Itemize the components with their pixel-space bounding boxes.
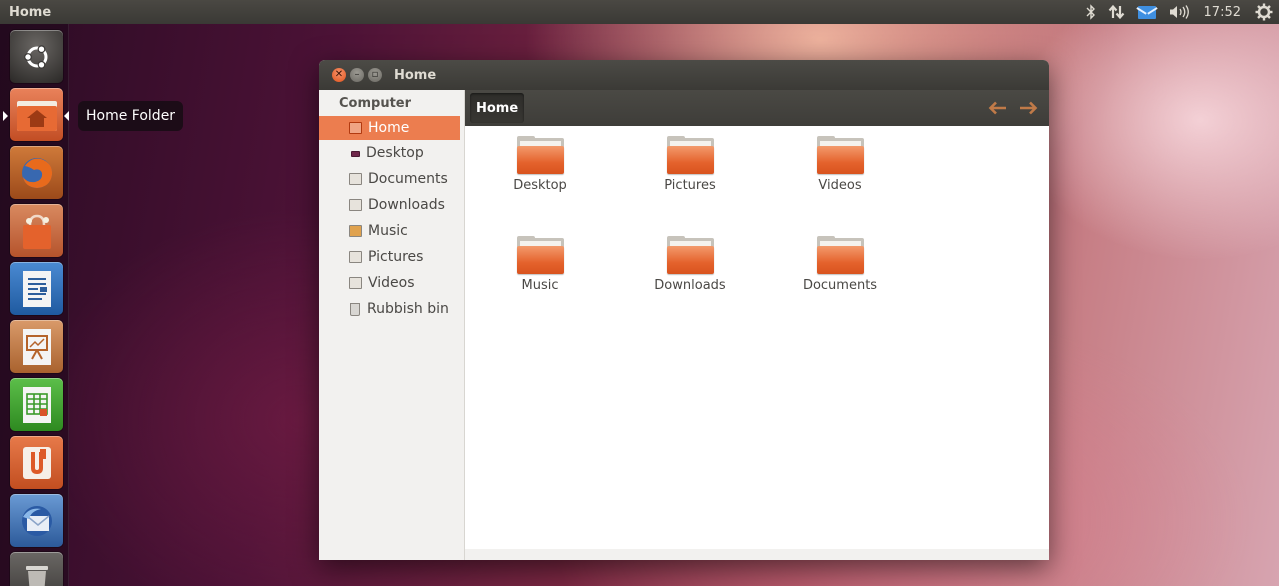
sidebar-item-label: Music (368, 223, 408, 239)
top-panel: Home 17:52 (0, 0, 1279, 24)
launcher-tooltip: Home Folder (78, 101, 184, 131)
calc-icon[interactable] (10, 378, 63, 431)
firefox-icon[interactable] (10, 146, 63, 199)
breadcrumb-home[interactable]: Home (470, 93, 525, 123)
sidebar-item-label: Videos (368, 275, 415, 291)
folder-icon (516, 236, 564, 274)
close-button[interactable]: ✕ (332, 68, 346, 82)
launcher (0, 24, 69, 586)
folder-item-pictures[interactable]: Pictures (635, 126, 745, 206)
desktop-icon (351, 151, 360, 157)
file-manager-window: ✕ – ▫ Home Computer Home Desktop Documen… (319, 60, 1049, 560)
impress-icon[interactable] (10, 320, 63, 373)
network-icon[interactable] (1102, 0, 1132, 24)
sidebar-item-documents[interactable]: Documents (319, 167, 460, 191)
folder-icon (816, 236, 864, 274)
home-folder-icon[interactable] (10, 88, 63, 141)
folder-icon (666, 236, 714, 274)
maximize-button[interactable]: ▫ (368, 68, 382, 82)
software-centre-icon[interactable] (10, 204, 63, 257)
trash-icon (350, 302, 360, 316)
places-sidebar: Computer Home Desktop Documents Download… (319, 90, 465, 560)
ubuntu-dash-icon[interactable] (10, 30, 63, 83)
folder-item-desktop[interactable]: Desktop (485, 126, 595, 206)
focus-indicator (64, 111, 69, 121)
running-indicator (3, 111, 8, 121)
file-view: Desktop Pictures Videos Music Downloads … (465, 126, 1049, 549)
folder-item-downloads[interactable]: Downloads (635, 226, 745, 306)
path-bar: Home (465, 90, 1049, 126)
writer-icon[interactable] (10, 262, 63, 315)
window-titlebar[interactable]: ✕ – ▫ Home (319, 60, 1049, 90)
sidebar-item-videos[interactable]: Videos (319, 271, 460, 295)
settings-icon[interactable] (1249, 0, 1279, 24)
sidebar-item-home[interactable]: Home (319, 116, 460, 140)
music-icon (349, 225, 362, 237)
volume-icon[interactable] (1162, 0, 1196, 24)
sidebar-item-rubbish-bin[interactable]: Rubbish bin (319, 297, 460, 321)
window-bottom-edge (465, 549, 1049, 560)
sidebar-item-music[interactable]: Music (319, 219, 460, 243)
folder-label: Documents (802, 278, 878, 293)
folder-label: Desktop (513, 178, 567, 193)
sidebar-item-label: Downloads (368, 197, 445, 213)
indicator-area: 17:52 (1080, 0, 1279, 24)
minimize-button[interactable]: – (350, 68, 364, 82)
trash-icon[interactable] (10, 552, 63, 586)
folder-label: Music (521, 278, 559, 293)
sidebar-item-label: Rubbish bin (367, 301, 449, 317)
documents-icon (349, 173, 362, 185)
sidebar-item-label: Documents (368, 171, 448, 187)
folder-item-documents[interactable]: Documents (785, 226, 895, 306)
folder-icon (516, 136, 564, 174)
folder-icon (666, 136, 714, 174)
sidebar-item-pictures[interactable]: Pictures (319, 245, 460, 269)
pictures-icon (349, 251, 362, 263)
downloads-icon (349, 199, 362, 211)
folder-item-music[interactable]: Music (485, 226, 595, 306)
sidebar-item-label: Pictures (368, 249, 424, 265)
back-arrow-icon[interactable] (986, 96, 1010, 120)
sidebar-item-downloads[interactable]: Downloads (319, 193, 460, 217)
sidebar-item-desktop[interactable]: Desktop (319, 141, 460, 165)
folder-label: Pictures (664, 178, 716, 193)
bluetooth-icon[interactable] (1080, 0, 1102, 24)
panel-app-title: Home (9, 4, 52, 20)
clock[interactable]: 17:52 (1196, 0, 1249, 24)
folder-item-videos[interactable]: Videos (785, 126, 895, 206)
home-icon (349, 122, 362, 134)
forward-arrow-icon[interactable] (1016, 96, 1040, 120)
ubuntu-one-icon[interactable] (10, 436, 63, 489)
mail-icon[interactable] (1132, 0, 1162, 24)
folder-label: Downloads (654, 278, 726, 293)
thunderbird-icon[interactable] (10, 494, 63, 547)
sidebar-item-label: Desktop (366, 145, 424, 161)
videos-icon (349, 277, 362, 289)
folder-icon (816, 136, 864, 174)
sidebar-header: Computer (339, 96, 412, 111)
window-title: Home (394, 67, 437, 83)
folder-label: Videos (818, 178, 862, 193)
sidebar-item-label: Home (368, 120, 410, 136)
